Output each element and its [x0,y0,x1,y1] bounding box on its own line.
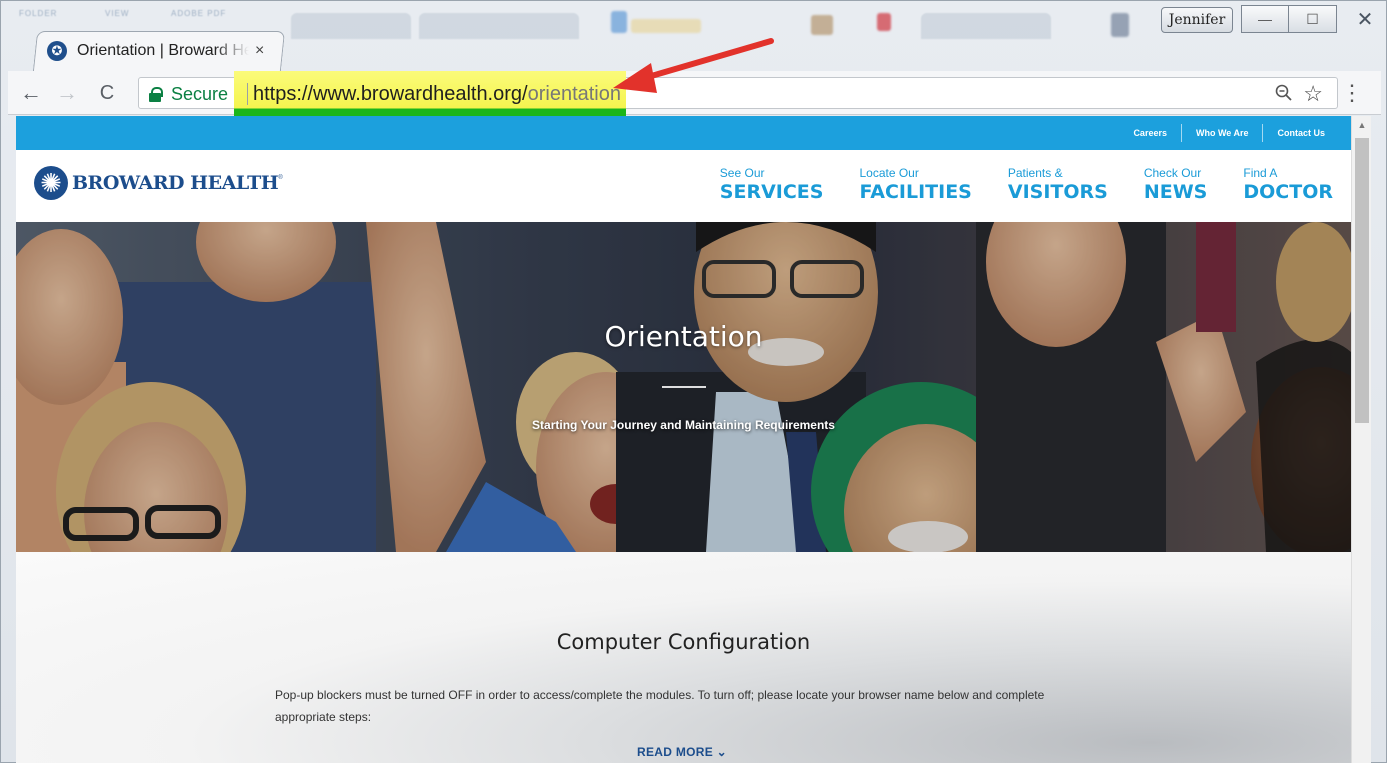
zoom-icon[interactable] [1275,84,1293,107]
window-controls: — ☐ ✕ [1241,5,1387,33]
nav-small-label: Find A [1243,166,1278,180]
bookmark-star-icon[interactable]: ☆ [1303,81,1323,107]
nav-small-label: Patients & [1007,166,1063,180]
maximize-icon[interactable]: ☐ [1289,5,1337,33]
hero-divider [662,386,706,388]
nav-news[interactable]: Check Our NEWS [1144,166,1208,203]
active-tab[interactable]: ✪ Orientation | Broward He × [47,37,277,65]
hero-subtitle: Starting Your Journey and Maintaining Re… [532,418,835,432]
read-more-link[interactable]: READ MORE ⌄ [637,745,727,759]
tab-title: Orientation | Broward He [77,42,249,59]
scroll-up-icon[interactable]: ▲ [1352,120,1372,130]
nav-big-label: NEWS [1143,181,1208,203]
nav-visitors[interactable]: Patients & VISITORS [1008,166,1108,203]
contact-us-link[interactable]: Contact Us [1262,124,1339,142]
secure-label: Secure [171,83,229,104]
careers-link[interactable]: Careers [1119,124,1181,142]
page-viewport: Careers Who We Are Contact Us BROWARD HE… [16,116,1351,763]
secure-divider [247,83,248,105]
broward-health-logo[interactable]: BROWARD HEALTH ® [34,166,283,200]
nav-big-label: FACILITIES [859,181,972,203]
forward-arrow-icon[interactable]: → [54,80,80,106]
registered-mark: ® [278,175,283,181]
tab-close-icon[interactable]: × [255,42,264,60]
url-text[interactable]: https://www.browardhealth.org/orientatio… [253,78,621,110]
section-title: Computer Configuration [556,630,811,654]
logo-text: BROWARD HEALTH [72,172,279,194]
browser-toolbar: ← → C Secure https://www.browardhealth.o… [8,71,1381,117]
menu-icon[interactable]: ⋮ [1341,79,1363,107]
nav-small-label: See Our [719,166,765,180]
profile-button[interactable]: Jennifer [1161,7,1233,33]
page-scrollbar[interactable]: ▲ [1351,116,1371,763]
favicon-icon: ✪ [47,41,67,61]
minimize-icon[interactable]: — [1241,5,1289,33]
scroll-thumb[interactable] [1355,138,1369,423]
lock-icon [149,87,163,102]
back-arrow-icon[interactable]: ← [18,80,44,106]
nav-big-label: DOCTOR [1243,181,1333,203]
nav-services[interactable]: See Our SERVICES [720,166,824,203]
close-window-icon[interactable]: ✕ [1337,5,1387,33]
main-nav: See Our SERVICES Locate Our FACILITIES P… [684,166,1351,203]
nav-facilities[interactable]: Locate Our FACILITIES [859,166,971,203]
utility-links: Careers Who We Are Contact Us [1119,116,1339,150]
who-we-are-link[interactable]: Who We Are [1180,124,1263,142]
browser-window: FOLDER VIEW ADOBE PDF ✪ Orientation | Br… [0,0,1387,763]
nav-small-label: Locate Our [859,166,919,180]
nav-big-label: SERVICES [719,181,824,203]
nav-small-label: Check Our [1143,166,1202,180]
section-body: Pop-up blockers must be turned OFF in or… [275,688,1045,724]
site-header: BROWARD HEALTH ® See Our SERVICES Locate… [16,150,1351,222]
url-host: https://www.browardhealth.org/ [253,83,528,105]
nav-doctor[interactable]: Find A DOCTOR [1243,166,1333,203]
reload-icon[interactable]: C [94,80,120,106]
hero-banner: Orientation Starting Your Journey and Ma… [16,222,1351,552]
secure-indicator[interactable]: Secure [149,78,228,110]
content-section: Computer Configuration Pop-up blockers m… [16,552,1351,763]
url-path: orientation [527,83,621,105]
hero-title: Orientation [604,320,763,353]
address-bar[interactable]: Secure https://www.browardhealth.org/ori… [138,71,1338,117]
nav-big-label: VISITORS [1007,181,1108,203]
utility-bar: Careers Who We Are Contact Us [16,116,1351,150]
logo-star-icon [34,166,68,200]
